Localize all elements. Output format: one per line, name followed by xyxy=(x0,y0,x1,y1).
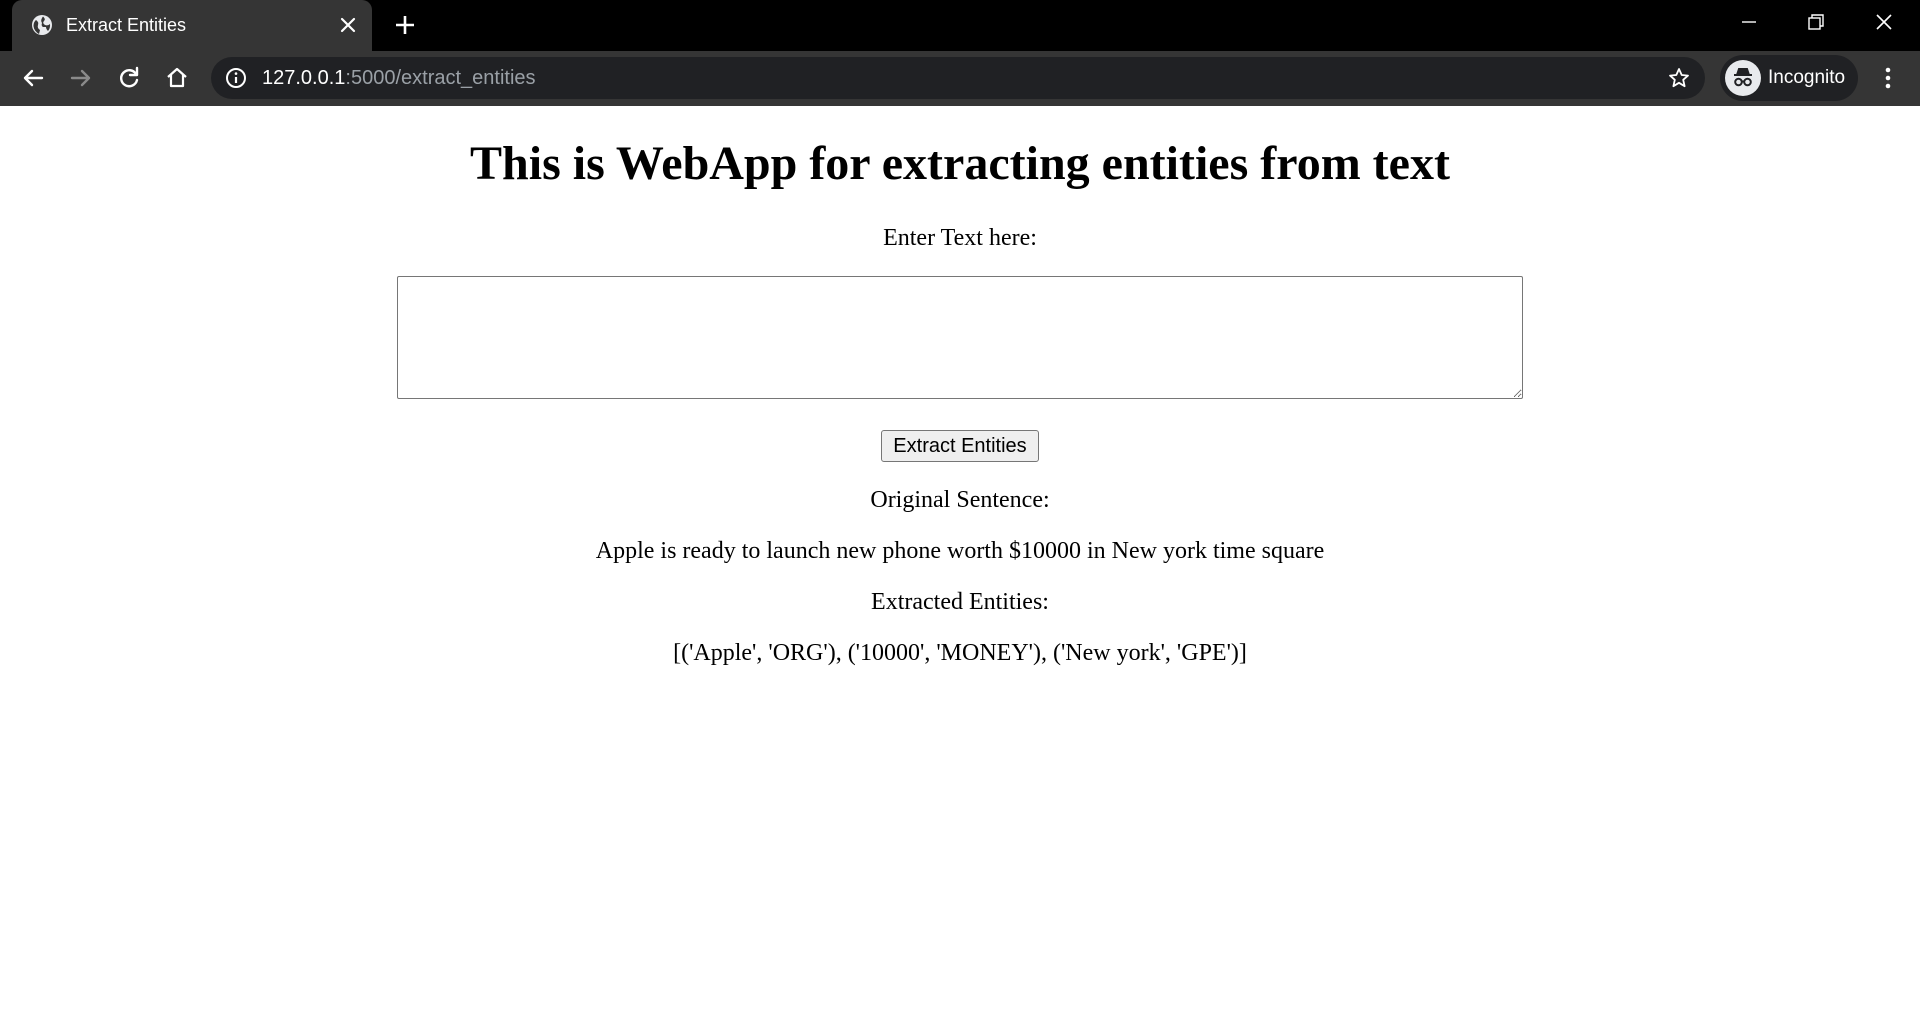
restore-icon[interactable] xyxy=(1804,10,1828,34)
incognito-icon xyxy=(1725,60,1761,96)
star-icon[interactable] xyxy=(1667,66,1691,90)
url-host: 127.0.0.1 xyxy=(262,67,346,89)
browser-tab[interactable]: Extract Entities xyxy=(12,0,372,51)
url-path: :5000/extract_entities xyxy=(345,67,536,89)
home-icon[interactable] xyxy=(163,64,191,92)
extract-entities-button[interactable]: Extract Entities xyxy=(881,430,1039,462)
text-input[interactable] xyxy=(397,276,1523,399)
title-bar: Extract Entities xyxy=(0,0,1920,51)
extracted-entities-label: Extracted Entities: xyxy=(871,589,1049,615)
info-icon[interactable] xyxy=(225,67,247,89)
address-bar[interactable]: 127.0.0.1:5000/extract_entities xyxy=(211,57,1705,99)
extracted-entities-text: [('Apple', 'ORG'), ('10000', 'MONEY'), (… xyxy=(673,640,1247,666)
tab-title: Extract Entities xyxy=(66,15,187,35)
reload-icon[interactable] xyxy=(115,64,143,92)
plus-icon[interactable] xyxy=(393,13,417,37)
incognito-profile-button[interactable]: Incognito xyxy=(1720,55,1858,101)
globe-icon xyxy=(32,15,52,35)
back-icon[interactable] xyxy=(19,64,47,92)
browser-toolbar: 127.0.0.1:5000/extract_entities Incognit… xyxy=(0,51,1920,106)
original-sentence-label: Original Sentence: xyxy=(870,487,1050,513)
forward-icon[interactable] xyxy=(67,64,95,92)
window-close-icon[interactable] xyxy=(1872,10,1896,34)
page-title: This is WebApp for extracting entities f… xyxy=(470,137,1450,190)
page-content: This is WebApp for extracting entities f… xyxy=(0,106,1920,1020)
original-sentence-text: Apple is ready to launch new phone worth… xyxy=(595,538,1325,564)
close-icon[interactable] xyxy=(337,14,359,36)
url-text[interactable]: 127.0.0.1:5000/extract_entities xyxy=(262,67,536,89)
profile-label: Incognito xyxy=(1768,67,1846,88)
input-label: Enter Text here: xyxy=(883,225,1037,251)
minimize-icon[interactable] xyxy=(1737,10,1761,34)
more-vert-icon[interactable] xyxy=(1876,64,1900,92)
